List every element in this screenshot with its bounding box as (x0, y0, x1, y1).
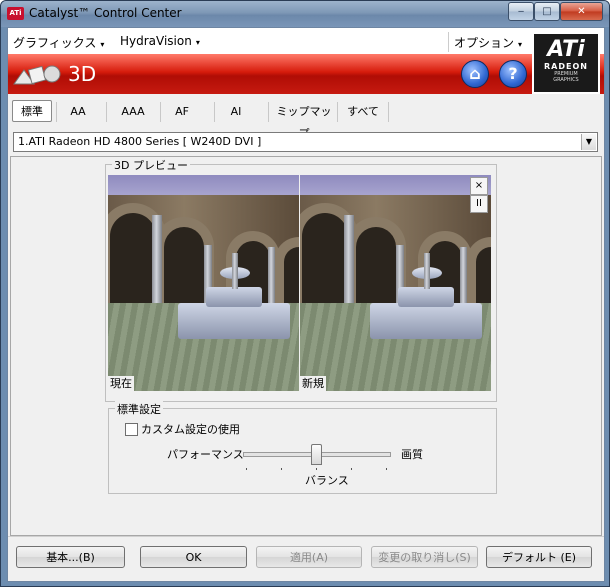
slider-tick (281, 468, 282, 470)
page-title: 3D (68, 62, 97, 86)
chevron-down-icon: ▾ (518, 40, 523, 49)
chevron-down-icon: ▾ (195, 38, 200, 47)
discard-changes-button[interactable]: 変更の取り消し(S) (371, 546, 478, 568)
fountain-base (178, 303, 290, 339)
menu-separator (448, 32, 449, 52)
ati-icon: ATi (7, 7, 24, 20)
tab-standard[interactable]: 標準 (12, 100, 52, 122)
custom-settings-label: カスタム設定の使用 (141, 423, 240, 436)
fountain-middle (206, 287, 262, 307)
minimize-button[interactable]: ‒ (508, 2, 534, 21)
maximize-button[interactable]: □ (534, 2, 560, 21)
tab-ai[interactable]: AI (216, 100, 256, 122)
tab-aa[interactable]: AA (58, 100, 98, 122)
fountain-base (370, 303, 482, 339)
preview-pillar (152, 215, 162, 315)
menu-bar: グラフィックス ▾ HydraVision ▾ オプション ▾ (8, 28, 604, 55)
fountain-middle (398, 287, 454, 307)
app-window: ATi Catalyst™ Control Center ‒ □ ✕ グラフィッ… (0, 0, 610, 587)
balance-label: バランス (305, 474, 349, 487)
defaults-button[interactable]: デフォルト (E) (486, 546, 592, 568)
fountain-spout (424, 253, 430, 289)
tab-af[interactable]: AF (162, 100, 202, 122)
chevron-down-icon: ▾ (100, 40, 105, 49)
tab-all[interactable]: すべて (340, 100, 386, 122)
tab-separator (337, 102, 338, 122)
preview-arch (274, 237, 299, 309)
basic-button[interactable]: 基本...(B) (16, 546, 125, 568)
tab-aaa[interactable]: AAA (110, 100, 156, 122)
current-label: 現在 (108, 376, 134, 391)
quality-label: 画質 (401, 448, 423, 461)
home-icon[interactable]: ⌂ (461, 60, 489, 88)
device-select[interactable]: 1.ATI Radeon HD 4800 Series [ W240D DVI … (13, 132, 598, 152)
preview-group: 3D プレビュー 現在 新規 × II (105, 157, 497, 402)
preview-pillar (344, 215, 354, 315)
preview-arch (466, 237, 491, 309)
fountain-spout (232, 253, 238, 289)
menu-options-label: オプション (454, 36, 515, 50)
apply-button[interactable]: 適用(A) (256, 546, 362, 568)
preview-pillar (460, 247, 467, 307)
page-banner: 3D ⌂ ? (8, 54, 604, 94)
close-preview-icon[interactable]: × (470, 177, 488, 195)
button-bar-divider (8, 536, 604, 537)
preview-new: 新規 (300, 175, 491, 391)
help-icon[interactable]: ? (499, 60, 527, 88)
tab-separator (214, 102, 215, 122)
tab-separator (106, 102, 107, 122)
close-button[interactable]: ✕ (560, 2, 603, 21)
preview-group-label: 3D プレビュー (112, 157, 190, 173)
client-area: グラフィックス ▾ HydraVision ▾ オプション ▾ 3D ⌂ ? ATi … (7, 27, 605, 582)
slider-tick (246, 468, 247, 470)
tab-separator (388, 102, 389, 122)
dropdown-arrow-icon[interactable]: ▼ (581, 134, 596, 150)
ok-button[interactable]: OK (140, 546, 247, 568)
new-label: 新規 (300, 376, 326, 391)
preview-current: 現在 (108, 175, 299, 391)
device-select-value: 1.ATI Radeon HD 4800 Series [ W240D DVI … (18, 135, 262, 148)
menu-hydravision-label: HydraVision (120, 34, 192, 48)
logo-ati-text: ATi (547, 37, 585, 62)
menu-options[interactable]: オプション ▾ (454, 34, 522, 51)
ati-radeon-logo: ATi RADEON PREMIUM GRAPHICS (532, 32, 600, 94)
tab-separator (56, 102, 57, 122)
menu-graphics-label: グラフィックス (13, 36, 97, 50)
window-title: Catalyst™ Control Center (29, 6, 182, 20)
standard-settings-label: 標準設定 (115, 401, 163, 417)
tab-separator (160, 102, 161, 122)
tab-mipmap[interactable]: ミップマップ (272, 100, 336, 140)
preview-pillar (268, 247, 275, 307)
standard-settings-group: 標準設定 カスタム設定の使用 パフォーマンス 画質 バランス (108, 401, 497, 494)
3d-shapes-icon (13, 65, 61, 85)
logo-graphics-text: GRAPHICS (553, 77, 579, 83)
tab-separator (268, 102, 269, 122)
slider-tick (316, 468, 317, 470)
settings-panel: 3D プレビュー 現在 新規 × II 標準設定 カスタム設定の使用 パフォーマ… (10, 156, 602, 536)
menu-hydravision[interactable]: HydraVision ▾ (120, 34, 200, 48)
custom-settings-checkbox[interactable] (125, 423, 138, 436)
slider-tick (386, 468, 387, 470)
title-bar[interactable]: ATi Catalyst™ Control Center ‒ □ ✕ (1, 1, 609, 27)
quality-slider-thumb[interactable] (311, 444, 322, 465)
performance-label: パフォーマンス (167, 448, 244, 461)
pause-icon[interactable]: II (470, 195, 488, 213)
slider-tick (351, 468, 352, 470)
menu-graphics[interactable]: グラフィックス ▾ (13, 34, 104, 51)
settings-tabs: 標準 AA AAA AF AI ミップマップ すべて (8, 98, 604, 140)
logo-radeon-text: RADEON (544, 62, 588, 71)
